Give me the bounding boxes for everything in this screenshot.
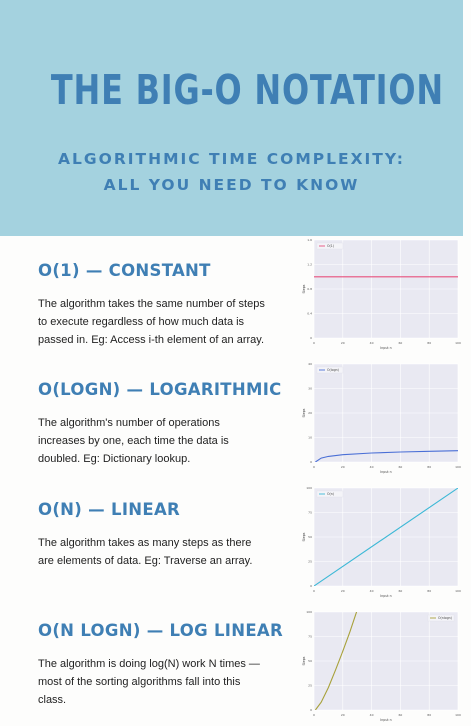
description-line: class. — [38, 694, 67, 706]
y-tick-label: 75 — [308, 635, 312, 639]
section-title: O(1) — CONSTANT — [38, 261, 211, 280]
linear-chart: 0 20 40 60 80 100 0 25 50 75 100 Input n Steps O(n) — [302, 486, 461, 598]
section-description: The algorithm's number of operations inc… — [38, 414, 298, 468]
subtitle-line-1: ALGORITHMIC TIME COMPLEXITY: — [58, 150, 405, 168]
x-axis-label: Input n — [380, 346, 391, 350]
section-description: The algorithm takes the same number of s… — [38, 295, 298, 349]
x-tick-label: 80 — [427, 713, 431, 717]
x-tick-label: 80 — [427, 589, 431, 593]
y-tick-label: 1.6 — [307, 238, 312, 242]
legend-label: O(nlogn) — [438, 616, 452, 620]
x-tick-label: 100 — [455, 713, 461, 717]
description-line: doubled. Eg: Dictionary lookup. — [38, 453, 191, 465]
section-title: O(LOGN) — LOGARITHMIC — [38, 380, 282, 399]
y-tick-label: 100 — [306, 610, 312, 614]
section-loglinear: O(N LOGN) — LOG LINEAR The algorithm is … — [38, 621, 298, 709]
header-banner: THE BIG-O NOTATION ALGORITHMIC TIME COMP… — [0, 0, 463, 236]
section-description: The algorithm takes as many steps as the… — [38, 534, 298, 570]
y-axis-label: Steps — [302, 284, 306, 293]
y-tick-label: 0 — [310, 460, 312, 464]
x-tick-label: 60 — [398, 341, 402, 345]
x-tick-label: 40 — [370, 713, 374, 717]
y-axis-label: Steps — [302, 408, 306, 417]
y-tick-label: 40 — [308, 362, 312, 366]
section-title: O(N LOGN) — LOG LINEAR — [38, 621, 284, 640]
x-axis-label: Input n — [380, 470, 391, 474]
section-linear: O(N) — LINEAR The algorithm takes as man… — [38, 500, 298, 570]
x-axis-label: Input n — [380, 718, 391, 722]
y-tick-label: 30 — [308, 387, 312, 391]
x-tick-label: 40 — [370, 465, 374, 469]
description-line: passed in. Eg: Access i-th element of an… — [38, 334, 265, 346]
x-tick-label: 0 — [313, 341, 315, 345]
x-tick-label: 20 — [341, 589, 345, 593]
y-tick-label: 75 — [308, 511, 312, 515]
description-line: The algorithm is doing log(N) work N tim… — [38, 658, 260, 670]
description-line: The algorithm takes the same number of s… — [38, 298, 265, 310]
description-line: to execute regardless of how much data i… — [38, 316, 245, 328]
y-tick-label: 20 — [308, 411, 312, 415]
y-axis-label: Steps — [302, 532, 306, 541]
x-tick-label: 60 — [398, 589, 402, 593]
x-tick-label: 20 — [341, 465, 345, 469]
x-tick-label: 0 — [313, 713, 315, 717]
description-line: The algorithm takes as many steps as the… — [38, 537, 252, 549]
section-constant: O(1) — CONSTANT The algorithm takes the … — [38, 261, 298, 349]
x-tick-label: 60 — [398, 465, 402, 469]
description-line: most of the sorting algorithms fall into… — [38, 676, 241, 688]
description-line: are elements of data. Eg: Traverse an ar… — [38, 555, 253, 567]
y-tick-label: 0 — [310, 708, 312, 712]
page-title: THE BIG-O NOTATION — [50, 66, 444, 114]
y-tick-label: 0 — [310, 584, 312, 588]
x-tick-label: 60 — [398, 713, 402, 717]
x-tick-label: 20 — [341, 341, 345, 345]
legend-label: O(1) — [327, 244, 334, 248]
subtitle-line-2: ALL YOU NEED TO KNOW — [103, 176, 360, 194]
section-logarithmic: O(LOGN) — LOGARITHMIC The algorithm's nu… — [38, 380, 298, 468]
legend-label: O(logn) — [327, 368, 339, 372]
description-line: increases by one, each time the data is — [38, 435, 229, 447]
logarithmic-chart: 0 20 40 60 80 100 0 10 20 30 40 Input n Steps O(logn) — [302, 362, 461, 474]
y-tick-label: 0.4 — [307, 312, 312, 316]
y-tick-label: 0.8 — [307, 287, 312, 291]
y-tick-label: 25 — [308, 560, 312, 564]
constant-chart: 0 20 40 60 80 100 0 0.4 0.8 1.2 1.6 Input n Steps O(1… — [302, 238, 461, 350]
y-tick-label: 50 — [308, 659, 312, 663]
y-tick-label: 25 — [308, 684, 312, 688]
section-title: O(N) — LINEAR — [38, 500, 181, 519]
x-tick-label: 0 — [313, 589, 315, 593]
y-tick-label: 0 — [310, 336, 312, 340]
description-line: The algorithm's number of operations — [38, 417, 220, 429]
x-tick-label: 100 — [455, 341, 461, 345]
y-axis-label: Steps — [302, 656, 306, 665]
section-description: The algorithm is doing log(N) work N tim… — [38, 655, 298, 709]
x-tick-label: 40 — [370, 589, 374, 593]
x-axis-label: Input n — [380, 594, 391, 598]
loglinear-chart: 0 20 40 60 80 100 0 25 50 75 100 Input n Steps O(nlog… — [302, 610, 461, 722]
x-tick-label: 40 — [370, 341, 374, 345]
x-tick-label: 20 — [341, 713, 345, 717]
x-tick-label: 80 — [427, 341, 431, 345]
y-tick-label: 50 — [308, 535, 312, 539]
x-tick-label: 100 — [455, 589, 461, 593]
legend-label: O(n) — [327, 492, 334, 496]
x-tick-label: 100 — [455, 465, 461, 469]
y-tick-label: 10 — [308, 436, 312, 440]
x-tick-label: 80 — [427, 465, 431, 469]
y-tick-label: 100 — [306, 486, 312, 490]
y-tick-label: 1.2 — [307, 263, 312, 267]
x-tick-label: 0 — [313, 465, 315, 469]
